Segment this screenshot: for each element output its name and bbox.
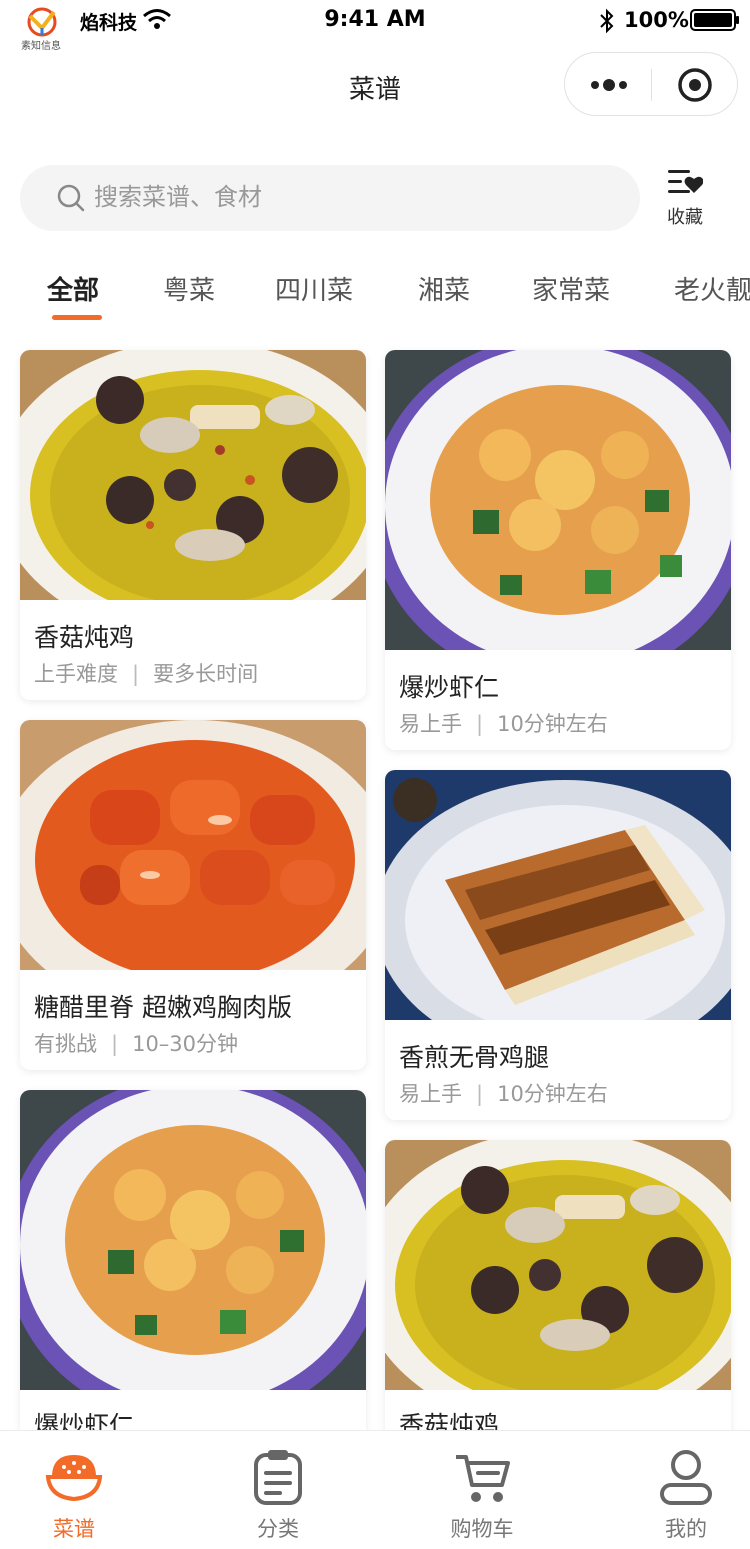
recipe-photo-mushroom-chicken-soup bbox=[20, 350, 366, 600]
tabbar-item-categories[interactable]: 分类 bbox=[208, 1447, 348, 1543]
user-icon bbox=[660, 1450, 712, 1505]
capsule-divider bbox=[651, 69, 652, 101]
active-tab-indicator bbox=[52, 315, 102, 320]
recipe-photo-stir-fried-shrimp bbox=[385, 350, 731, 650]
recipe-photo-sweet-sour-pork bbox=[20, 720, 366, 970]
search-bar[interactable] bbox=[20, 165, 640, 231]
recipe-meta: 易上手 | 10分钟左右 bbox=[399, 708, 608, 738]
tabbar-label: 菜谱 bbox=[53, 1517, 95, 1541]
recipe-photo-mushroom-chicken-soup bbox=[385, 1140, 731, 1390]
meta-separator: | bbox=[132, 662, 140, 686]
tabbar-label: 购物车 bbox=[450, 1517, 514, 1541]
recipe-difficulty: 有挑战 bbox=[34, 1032, 97, 1056]
battery-icon bbox=[690, 9, 739, 31]
rice-bowl-icon bbox=[45, 1455, 103, 1502]
recipe-difficulty: 易上手 bbox=[399, 712, 462, 736]
recipe-name: 糖醋里脊 超嫩鸡胸肉版 bbox=[34, 993, 292, 1022]
recipe-time: 10分钟左右 bbox=[497, 1082, 608, 1106]
recipe-difficulty: 上手难度 bbox=[34, 662, 118, 686]
recipe-card[interactable]: 香菇炖鸡 上手难度 | 要多长时间 bbox=[20, 350, 366, 700]
recipe-time: 10分钟左右 bbox=[497, 712, 608, 736]
tabbar-item-recipes[interactable]: 菜谱 bbox=[4, 1447, 144, 1543]
category-tabs: 全部 粤菜 四川菜 湘菜 家常菜 老火靓 bbox=[0, 260, 750, 330]
tabbar-item-profile[interactable]: 我的 bbox=[616, 1447, 750, 1543]
recipe-meta: 上手难度 | 要多长时间 bbox=[34, 658, 258, 688]
nav-bar: 菜谱 bbox=[0, 44, 750, 132]
meta-separator: | bbox=[476, 1082, 484, 1106]
more-icon[interactable] bbox=[589, 75, 629, 95]
favorites-list-icon bbox=[668, 170, 703, 193]
tab-sichuan[interactable]: 四川菜 bbox=[275, 270, 353, 307]
search-input[interactable] bbox=[94, 177, 614, 219]
cart-icon bbox=[456, 1455, 510, 1502]
bottom-tab-bar: 菜谱 分类 购物车 我的 bbox=[0, 1430, 750, 1549]
tabbar-item-cart[interactable]: 购物车 bbox=[412, 1447, 552, 1543]
meta-separator: | bbox=[476, 712, 484, 736]
recipe-name: 香煎无骨鸡腿 bbox=[399, 1043, 550, 1072]
recipe-name: 爆炒虾仁 bbox=[399, 673, 500, 702]
recipe-name: 香菇炖鸡 bbox=[34, 623, 135, 652]
recipe-time: 10–30分钟 bbox=[132, 1032, 239, 1056]
recipe-meta: 有挑战 | 10–30分钟 bbox=[34, 1028, 238, 1058]
recipe-meta: 易上手 | 10分钟左右 bbox=[399, 1078, 608, 1108]
search-icon bbox=[57, 184, 85, 212]
recipe-card[interactable]: 香煎无骨鸡腿 易上手 | 10分钟左右 bbox=[385, 770, 731, 1120]
tabbar-label: 分类 bbox=[257, 1517, 299, 1541]
status-bar: 素知信息 焰科技 9:41 AM 100% bbox=[0, 0, 750, 52]
recipe-time: 要多长时间 bbox=[153, 662, 259, 686]
favorites-label: 收藏 bbox=[667, 207, 703, 228]
clipboard-icon bbox=[254, 1450, 302, 1505]
tab-cantonese[interactable]: 粤菜 bbox=[163, 270, 215, 307]
tab-hunan[interactable]: 湘菜 bbox=[418, 270, 470, 307]
tab-slow-soup[interactable]: 老火靓 bbox=[674, 270, 750, 307]
bluetooth-icon bbox=[600, 8, 614, 34]
battery-percent: 100% bbox=[624, 8, 689, 32]
meta-separator: | bbox=[111, 1032, 119, 1056]
recipe-photo-pan-fried-chicken bbox=[385, 770, 731, 1020]
close-target-icon[interactable] bbox=[677, 67, 713, 103]
tab-all[interactable]: 全部 bbox=[47, 270, 99, 307]
favorites-button[interactable]: 收藏 bbox=[660, 165, 710, 231]
recipe-card[interactable]: 糖醋里脊 超嫩鸡胸肉版 有挑战 | 10–30分钟 bbox=[20, 720, 366, 1070]
mini-program-capsule bbox=[564, 52, 738, 116]
recipe-difficulty: 易上手 bbox=[399, 1082, 462, 1106]
recipe-photo-stir-fried-shrimp bbox=[20, 1090, 366, 1390]
tabbar-label: 我的 bbox=[665, 1517, 707, 1541]
recipe-card[interactable]: 爆炒虾仁 易上手 | 10分钟左右 bbox=[385, 350, 731, 750]
tab-home-style[interactable]: 家常菜 bbox=[532, 270, 610, 307]
